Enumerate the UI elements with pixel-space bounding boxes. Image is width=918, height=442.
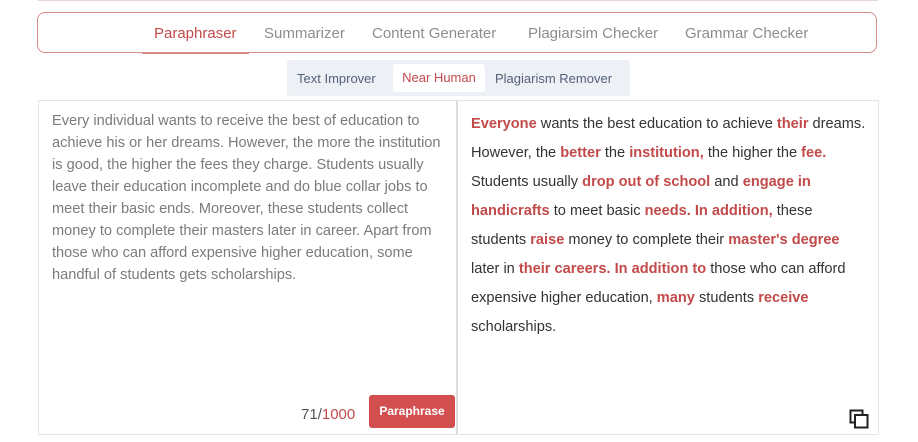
changed-phrase[interactable]: their careers. In addition to <box>519 261 706 277</box>
output-segment: to meet basic <box>549 203 645 219</box>
output-segment: the <box>600 145 630 161</box>
output-segment: money to complete their <box>564 232 729 248</box>
changed-phrase[interactable]: their <box>777 116 809 132</box>
changed-phrase[interactable]: institution, <box>629 145 704 161</box>
output-segment: Students usually <box>471 174 583 190</box>
changed-phrase[interactable]: master's degree <box>728 232 839 248</box>
output-segment: the higher the <box>703 145 802 161</box>
changed-phrase[interactable]: receive <box>758 290 808 306</box>
tab-summarizer[interactable]: Summarizer <box>264 25 345 42</box>
changed-phrase[interactable]: Everyone <box>471 116 537 132</box>
tab-plagiarsim-checker[interactable]: Plagiarsim Checker <box>528 25 658 42</box>
output-segment: and <box>710 174 743 190</box>
changed-phrase[interactable]: raise <box>530 232 564 248</box>
tab-grammar-checker[interactable]: Grammar Checker <box>685 25 808 42</box>
output-segment: wants the best education to achieve <box>536 116 777 132</box>
output-segment: students <box>694 290 759 306</box>
changed-phrase[interactable]: drop out of school <box>582 174 710 190</box>
mode-near-human[interactable]: Near Human <box>393 64 485 92</box>
input-panel: Every individual wants to receive the be… <box>38 100 458 435</box>
input-textarea[interactable]: Every individual wants to receive the be… <box>52 110 447 286</box>
tab-paraphraser[interactable]: Paraphraser <box>142 25 249 54</box>
tool-tabs: Paraphraser Summarizer Content Generater… <box>37 12 877 54</box>
output-segment: later in <box>471 261 519 277</box>
copy-icon[interactable] <box>849 409 869 429</box>
word-limit: 1000 <box>321 406 356 423</box>
changed-phrase[interactable]: better <box>560 145 601 161</box>
changed-phrase[interactable]: needs. In addition, <box>645 203 773 219</box>
mode-tabs: Text Improver Near Human Plagiarism Remo… <box>287 60 630 96</box>
paraphrase-button[interactable]: Paraphrase <box>369 395 455 428</box>
mode-text-improver[interactable]: Text Improver <box>297 71 376 86</box>
output-text: Everyone wants the best education to ach… <box>471 110 869 342</box>
output-panel: Everyone wants the best education to ach… <box>458 100 879 435</box>
word-count: 71 <box>301 406 318 423</box>
word-counter: 71/1000 <box>301 406 355 423</box>
changed-phrase[interactable]: fee. <box>801 145 826 161</box>
mode-plagiarism-remover[interactable]: Plagiarism Remover <box>495 71 612 86</box>
output-segment: scholarships. <box>471 319 557 335</box>
tab-content-generater[interactable]: Content Generater <box>372 25 496 42</box>
changed-phrase[interactable]: many <box>657 290 695 306</box>
top-divider <box>38 0 878 3</box>
